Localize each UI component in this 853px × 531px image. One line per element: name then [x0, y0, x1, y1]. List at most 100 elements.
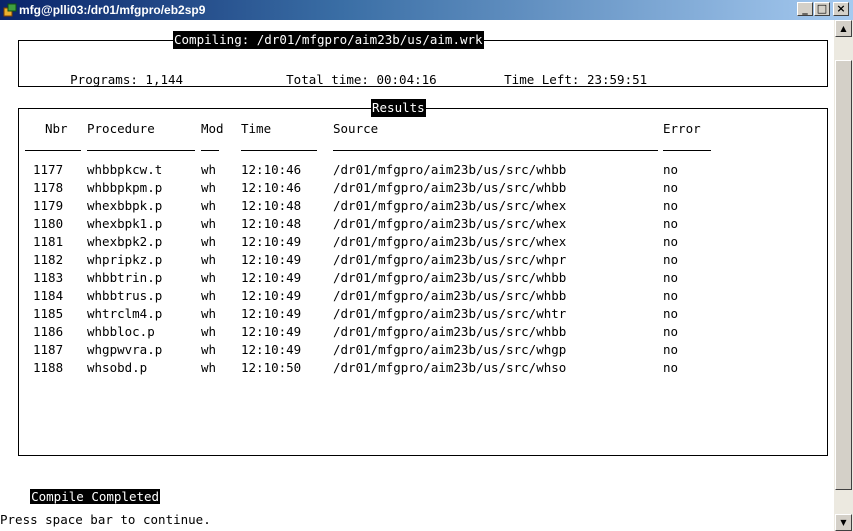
error-underline: [663, 150, 711, 151]
row-source: /dr01/mfgpro/aim23b/us/src/whbb: [333, 162, 567, 177]
row-mod: wh: [201, 180, 217, 195]
row-mod: wh: [201, 216, 217, 231]
row-error: no: [663, 360, 679, 375]
header-time: Time: [241, 121, 272, 136]
row-nbr: 1179: [33, 198, 64, 213]
programs-value: 1,144: [145, 72, 184, 87]
row-error: no: [663, 252, 679, 267]
table-row: 1178 whbbpkpm.p wh 12:10:46 /dr01/mfgpro…: [19, 179, 819, 197]
table-row: 1177 whbbpkcw.t wh 12:10:46 /dr01/mfgpro…: [19, 161, 819, 179]
row-nbr: 1182: [33, 252, 64, 267]
row-procedure: whexbpk2.p: [87, 234, 163, 249]
header-mod: Mod: [201, 121, 224, 136]
programs-label: Programs:: [70, 72, 138, 87]
row-source: /dr01/mfgpro/aim23b/us/src/whbb: [333, 180, 567, 195]
row-time: 12:10:46: [241, 162, 302, 177]
row-time: 12:10:49: [241, 324, 302, 339]
row-nbr: 1187: [33, 342, 64, 357]
row-source: /dr01/mfgpro/aim23b/us/src/whbb: [333, 270, 567, 285]
row-error: no: [663, 234, 679, 249]
row-time: 12:10:49: [241, 342, 302, 357]
time-left-label: Time Left:: [504, 72, 580, 87]
window-title: mfg@plli03:/dr01/mfgpro/eb2sp9: [19, 3, 206, 17]
scrollbar-thumb[interactable]: [835, 60, 852, 490]
results-frame-title: Results: [371, 99, 426, 117]
row-nbr: 1178: [33, 180, 64, 195]
row-time: 12:10:49: [241, 288, 302, 303]
row-nbr: 1183: [33, 270, 64, 285]
row-nbr: 1184: [33, 288, 64, 303]
row-source: /dr01/mfgpro/aim23b/us/src/whgp: [333, 342, 567, 357]
header-nbr: Nbr: [45, 121, 68, 136]
total-time-label: Total time:: [286, 72, 369, 87]
row-source: /dr01/mfgpro/aim23b/us/src/whpr: [333, 252, 567, 267]
terminal-screen[interactable]: Compiling: /dr01/mfgpro/aim23b/us/aim.wr…: [0, 20, 834, 531]
row-time: 12:10:50: [241, 360, 302, 375]
row-nbr: 1186: [33, 324, 64, 339]
mod-underline: [201, 150, 219, 151]
row-procedure: whsobd.p: [87, 360, 148, 375]
row-error: no: [663, 198, 679, 213]
close-button[interactable]: ×: [833, 2, 849, 16]
row-procedure: whgpwvra.p: [87, 342, 163, 357]
total-time: Total time: 00:04:16: [241, 53, 437, 87]
row-time: 12:10:48: [241, 198, 302, 213]
row-procedure: whtrclm4.p: [87, 306, 163, 321]
scroll-up-icon[interactable]: ▲: [835, 20, 852, 37]
header-source: Source: [333, 121, 379, 136]
row-procedure: whbbloc.p: [87, 324, 155, 339]
row-mod: wh: [201, 198, 217, 213]
row-source: /dr01/mfgpro/aim23b/us/src/whso: [333, 360, 567, 375]
source-underline: [333, 150, 658, 151]
header-procedure: Procedure: [87, 121, 155, 136]
time-left: Time Left: 23:59:51: [459, 53, 647, 87]
row-mod: wh: [201, 270, 217, 285]
row-error: no: [663, 216, 679, 231]
row-procedure: whbbtrin.p: [87, 270, 163, 285]
total-time-value: 00:04:16: [376, 72, 437, 87]
nbr-underline: [25, 150, 81, 151]
row-source: /dr01/mfgpro/aim23b/us/src/whex: [333, 234, 567, 249]
table-row: 1181 whexbpk2.p wh 12:10:49 /dr01/mfgpro…: [19, 233, 819, 251]
row-error: no: [663, 270, 679, 285]
row-time: 12:10:48: [241, 216, 302, 231]
table-row: 1183 whbbtrin.p wh 12:10:49 /dr01/mfgpro…: [19, 269, 819, 287]
row-nbr: 1177: [33, 162, 64, 177]
maximize-button[interactable]: □: [814, 2, 830, 16]
row-time: 12:10:49: [241, 270, 302, 285]
row-time: 12:10:49: [241, 306, 302, 321]
minimize-button[interactable]: _: [797, 2, 813, 16]
results-header: Nbr Procedure Mod Time Source Error: [19, 120, 819, 138]
row-mod: wh: [201, 252, 217, 267]
time-underline: [241, 150, 317, 151]
row-source: /dr01/mfgpro/aim23b/us/src/whex: [333, 198, 567, 213]
time-left-value: 23:59:51: [586, 72, 648, 87]
row-error: no: [663, 162, 679, 177]
row-mod: wh: [201, 324, 217, 339]
row-source: /dr01/mfgpro/aim23b/us/src/whbb: [333, 324, 567, 339]
row-source: /dr01/mfgpro/aim23b/us/src/whex: [333, 216, 567, 231]
table-row: 1188 whsobd.p wh 12:10:50 /dr01/mfgpro/a…: [19, 359, 819, 377]
row-mod: wh: [201, 360, 217, 375]
table-row: 1179 whexbbpk.p wh 12:10:48 /dr01/mfgpro…: [19, 197, 819, 215]
row-error: no: [663, 288, 679, 303]
table-row: 1180 whexbpk1.p wh 12:10:48 /dr01/mfgpro…: [19, 215, 819, 233]
row-mod: wh: [201, 234, 217, 249]
row-nbr: 1188: [33, 360, 64, 375]
row-procedure: whexbbpk.p: [87, 198, 163, 213]
header-error: Error: [663, 121, 701, 136]
compile-frame: Compiling: /dr01/mfgpro/aim23b/us/aim.wr…: [18, 31, 828, 87]
row-mod: wh: [201, 288, 217, 303]
procedure-underline: [87, 150, 195, 151]
row-error: no: [663, 324, 679, 339]
window-titlebar[interactable]: mfg@plli03:/dr01/mfgpro/eb2sp9 _ □ ×: [0, 0, 853, 20]
row-nbr: 1181: [33, 234, 64, 249]
vertical-scrollbar[interactable]: ▲ ▼: [834, 20, 853, 531]
scroll-down-icon[interactable]: ▼: [835, 514, 852, 531]
row-procedure: whbbpkpm.p: [87, 180, 163, 195]
row-mod: wh: [201, 342, 217, 357]
row-procedure: whpripkz.p: [87, 252, 163, 267]
row-time: 12:10:46: [241, 180, 302, 195]
row-time: 12:10:49: [241, 234, 302, 249]
row-mod: wh: [201, 306, 217, 321]
